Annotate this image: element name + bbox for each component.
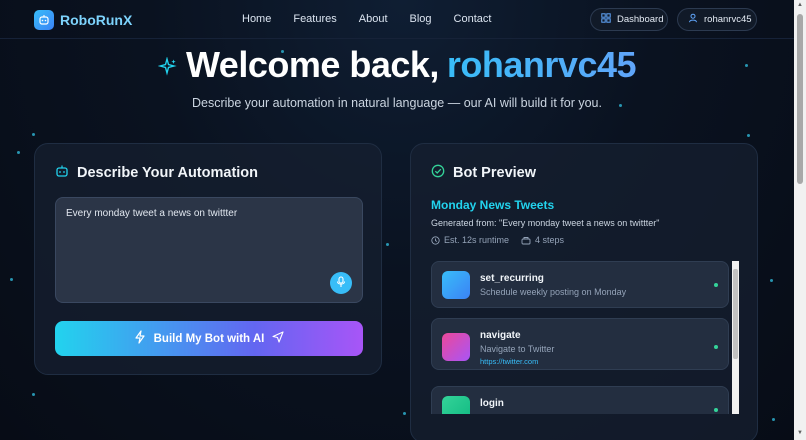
scroll-up-arrow[interactable]: ▲ — [797, 2, 803, 8]
title-prefix: Welcome back, — [185, 44, 439, 85]
generated-from: Generated from: "Every monday tweet a ne… — [431, 218, 660, 228]
user-menu-button[interactable]: rohanrvc45 — [677, 8, 757, 31]
step-description: Schedule weekly posting on Monday — [480, 287, 627, 297]
particle-dot — [32, 393, 35, 396]
step-description: Navigate to Twitter — [480, 344, 555, 354]
particle-dot — [770, 279, 773, 282]
steps-list: set_recurring Schedule weekly posting on… — [431, 261, 739, 414]
particle-dot — [17, 151, 20, 154]
step-url-link[interactable]: https://twitter.com — [480, 357, 538, 366]
nav-link-blog[interactable]: Blog — [410, 13, 432, 25]
bot-name: Monday News Tweets — [431, 198, 555, 212]
steps-scrollbar[interactable] — [732, 261, 739, 414]
describe-title-text: Describe Your Automation — [77, 165, 259, 181]
step-item[interactable]: login — [431, 386, 729, 414]
describe-automation-card: Describe Your Automation Every monday tw… — [34, 143, 382, 375]
step-item[interactable]: set_recurring Schedule weekly posting on… — [431, 261, 729, 308]
brand-name: RoboRunX — [60, 12, 133, 28]
bot-meta: Est. 12s runtime 4 steps — [431, 235, 564, 245]
top-navbar: RoboRunX Home Features About Blog Contac… — [0, 0, 794, 39]
particle-dot — [386, 243, 389, 246]
build-bot-button[interactable]: Build My Bot with AI — [55, 321, 363, 356]
page-subtitle: Describe your automation in natural lang… — [192, 96, 602, 110]
step-item[interactable]: navigate Navigate to Twitter https://twi… — [431, 318, 729, 370]
nav-link-home[interactable]: Home — [242, 13, 271, 25]
stack-icon — [521, 236, 531, 245]
particle-dot — [32, 133, 35, 136]
particle-dot — [10, 278, 13, 281]
status-dot — [714, 345, 718, 349]
bot-preview-card: Bot Preview Monday News Tweets Generated… — [410, 143, 758, 440]
user-label: rohanrvc45 — [704, 14, 752, 25]
check-circle-icon — [431, 164, 445, 182]
steps-meta: 4 steps — [521, 235, 564, 245]
page-scrollbar[interactable]: ▲ ▼ — [794, 0, 806, 440]
scroll-down-arrow[interactable]: ▼ — [797, 430, 803, 436]
steps-scrollbar-thumb[interactable] — [733, 269, 738, 359]
nav-link-features[interactable]: Features — [293, 13, 336, 25]
preview-title-text: Bot Preview — [453, 165, 536, 181]
sparkle-icon — [157, 44, 178, 86]
step-icon — [442, 333, 470, 361]
automation-description-input[interactable]: Every monday tweet a news on twittter — [55, 197, 363, 303]
preview-card-title: Bot Preview — [431, 164, 536, 182]
nav-link-about[interactable]: About — [359, 13, 388, 25]
nav-link-contact[interactable]: Contact — [454, 13, 492, 25]
steps-count-text: 4 steps — [535, 235, 565, 245]
page-scrollbar-thumb[interactable] — [797, 14, 803, 184]
clock-icon — [431, 235, 440, 245]
step-name: login — [480, 398, 504, 409]
particle-dot — [403, 412, 406, 415]
grid-icon — [601, 13, 611, 26]
dashboard-button[interactable]: Dashboard — [590, 8, 668, 31]
robot-icon — [34, 10, 54, 30]
automation-input-text: Every monday tweet a news on twittter — [66, 208, 238, 219]
runtime-text: Est. 12s runtime — [444, 235, 510, 245]
user-icon — [688, 13, 698, 26]
robot-icon — [55, 164, 69, 182]
step-icon — [442, 396, 470, 414]
lightning-icon — [134, 330, 146, 347]
build-bot-label: Build My Bot with AI — [153, 332, 265, 345]
step-name: set_recurring — [480, 273, 544, 284]
step-name: navigate — [480, 330, 521, 341]
particle-dot — [747, 134, 750, 137]
title-username: rohanrvc45 — [446, 44, 637, 85]
runtime-meta: Est. 12s runtime — [431, 235, 509, 245]
describe-card-title: Describe Your Automation — [55, 164, 258, 182]
status-dot — [714, 283, 718, 287]
step-icon — [442, 271, 470, 299]
nav-links: Home Features About Blog Contact — [242, 13, 513, 25]
status-dot — [714, 408, 718, 412]
particle-dot — [772, 418, 775, 421]
microphone-icon — [336, 275, 346, 291]
page-title: Welcome back, rohanrvc45 — [157, 44, 637, 86]
brand[interactable]: RoboRunX — [34, 10, 132, 30]
hero: Welcome back, rohanrvc45 Describe your a… — [0, 44, 794, 110]
send-icon — [272, 331, 284, 346]
dashboard-label: Dashboard — [617, 14, 664, 25]
voice-input-button[interactable] — [330, 272, 352, 294]
